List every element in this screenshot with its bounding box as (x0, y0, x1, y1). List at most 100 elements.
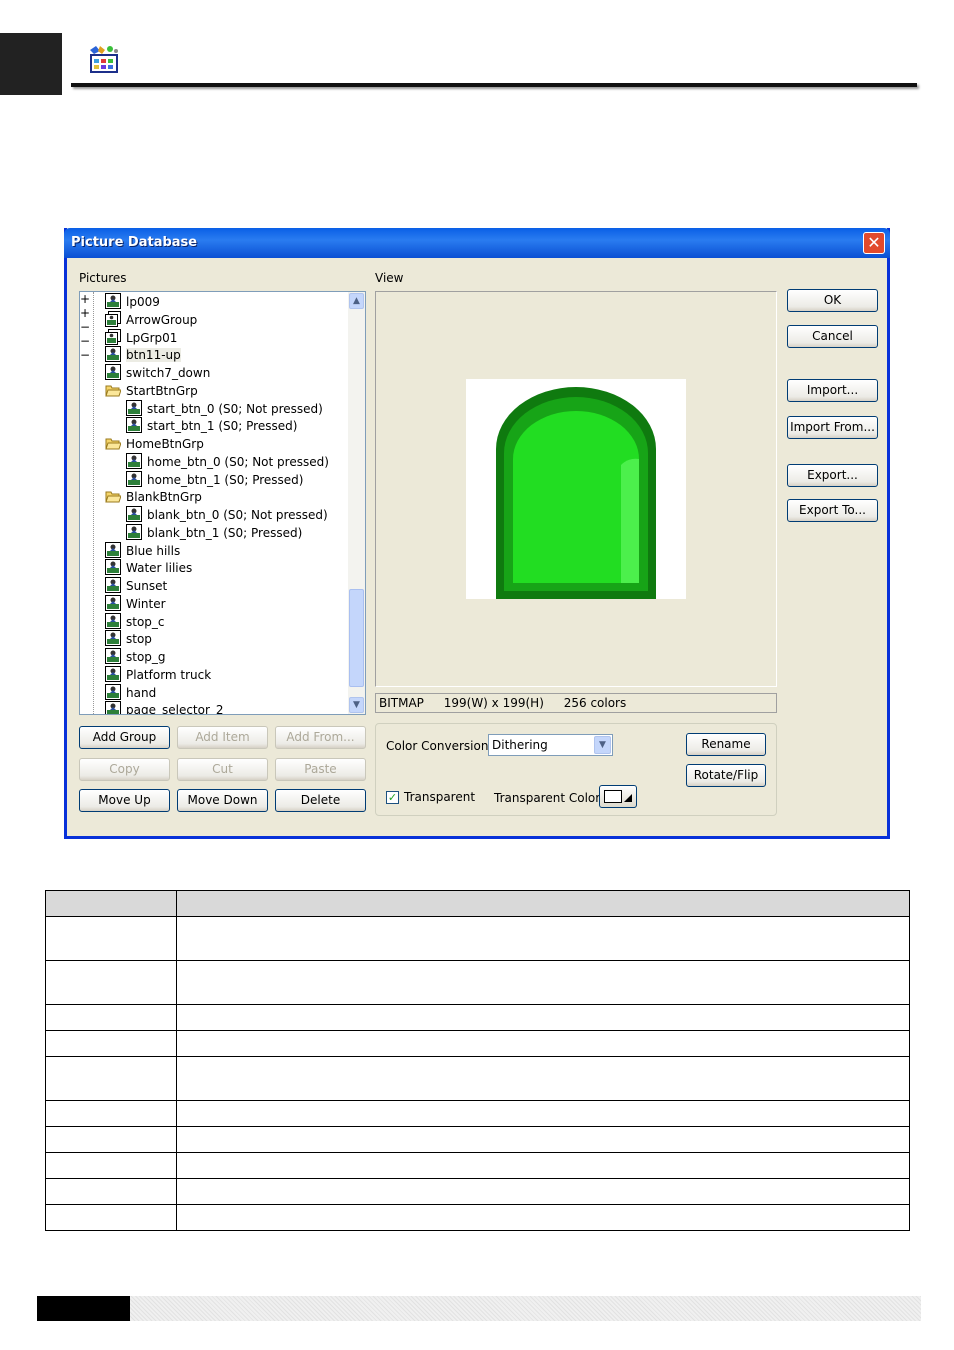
picture-group-icon (105, 328, 121, 345)
table-row (45, 960, 910, 1005)
picture-database-dialog: Picture Database ✕ Pictures View lp009 Ar… (64, 228, 890, 839)
tree-item-label: home_btn_1 (S0; Pressed) (147, 472, 304, 487)
table-cell (45, 1204, 177, 1231)
tree-item-picture[interactable]: blank_btn_0 (S0; Not pressed) (126, 506, 328, 524)
picture-icon (105, 541, 121, 558)
tree-item-picture[interactable]: page_selector_2 (105, 701, 224, 714)
tree-item-group[interactable]: ArrowGroup (105, 310, 197, 329)
delete-button[interactable]: Delete (275, 789, 366, 812)
export-to-button[interactable]: Export To... (787, 499, 878, 522)
tree-item-picture[interactable]: stop_c (105, 612, 165, 631)
tree-item-picture[interactable]: home_btn_0 (S0; Not pressed) (126, 452, 329, 471)
tree-item-picture[interactable]: home_btn_1 (S0; Pressed) (126, 470, 304, 489)
cut-button[interactable]: Cut (177, 758, 268, 781)
ok-button[interactable]: OK (787, 289, 878, 312)
import-button[interactable]: Import... (787, 379, 878, 402)
add-group-button[interactable]: Add Group (79, 726, 170, 749)
rename-button[interactable]: Rename (686, 733, 766, 756)
table-cell (176, 960, 910, 1005)
picture-icon (105, 364, 121, 380)
tree-scrollbar[interactable]: ▲ ▼ (348, 292, 365, 714)
scroll-down-icon[interactable]: ▼ (349, 697, 364, 713)
title-bar[interactable]: Picture Database ✕ (64, 228, 890, 258)
picture-icon (105, 701, 121, 714)
table-row (45, 916, 910, 961)
color-conversion-label: Color Conversion: (386, 739, 493, 753)
tree-item-group[interactable]: StartBtnGrp (105, 382, 198, 400)
dropdown-corner-icon (624, 794, 632, 802)
tree-item-group[interactable]: LpGrp01 (105, 328, 178, 347)
move-down-button[interactable]: Move Down (177, 789, 268, 812)
tree-item-label: blank_btn_1 (S0; Pressed) (147, 525, 303, 540)
tree-item-label: start_btn_1 (S0; Pressed) (147, 419, 298, 434)
table-cell (45, 1030, 177, 1057)
transparent-color-button[interactable] (599, 785, 637, 808)
table-cell (176, 1126, 910, 1153)
tree-item-picture[interactable]: Blue hills (105, 541, 181, 560)
picture-icon (105, 594, 121, 611)
table-row (45, 1030, 910, 1057)
tree-item-picture[interactable]: start_btn_1 (S0; Pressed) (126, 417, 297, 435)
tree-item-group[interactable]: HomeBtnGrp (105, 435, 204, 453)
close-button[interactable]: ✕ (863, 232, 885, 254)
export-button[interactable]: Export... (787, 464, 878, 487)
scroll-thumb[interactable] (349, 589, 364, 687)
copy-button[interactable]: Copy (79, 758, 170, 781)
tree-item-group[interactable]: BlankBtnGrp (105, 488, 202, 506)
picture-icon (126, 417, 142, 434)
cancel-button[interactable]: Cancel (787, 325, 878, 348)
tree-item-picture[interactable]: lp009 (105, 293, 160, 311)
tree-item-picture[interactable]: Water lilies (105, 559, 192, 577)
color-conversion-select[interactable]: Dithering ▼ (488, 734, 613, 756)
tree-item-label: StartBtnGrp (126, 383, 198, 398)
table-cell (45, 1100, 177, 1127)
add-item-button[interactable]: Add Item (177, 726, 268, 749)
tree-item-label: stop (126, 632, 152, 647)
tree-item-label: BlankBtnGrp (126, 490, 202, 505)
table-row (45, 1100, 910, 1127)
table-cell (45, 916, 177, 961)
table-cell (176, 1100, 910, 1127)
tree-item-label: Water lilies (126, 561, 193, 576)
tree-item-label: stop_g (126, 650, 166, 664)
tree-item-label: start_btn_0 (S0; Not pressed) (147, 401, 323, 416)
open-folder-icon (105, 488, 122, 504)
paste-button[interactable]: Paste (275, 758, 366, 781)
rotate-flip-button[interactable]: Rotate/Flip (686, 764, 766, 787)
transparent-checkbox[interactable]: ✓ (386, 791, 399, 804)
table-cell (45, 1152, 177, 1179)
tree-item-picture[interactable]: stop_g (105, 648, 166, 666)
tree-item-picture[interactable]: btn11-up (105, 346, 181, 364)
table-cell (176, 1056, 910, 1101)
color-conversion-value: Dithering (492, 738, 548, 752)
import-from-button[interactable]: Import From... (787, 416, 878, 439)
tree-item-picture[interactable]: Sunset (105, 577, 167, 595)
table-cell (45, 1056, 177, 1101)
chevron-down-icon[interactable]: ▼ (594, 736, 611, 754)
table-cell (176, 1030, 910, 1057)
table-header-cell (176, 890, 910, 917)
dialog-title: Picture Database (71, 235, 198, 250)
tree-item-picture[interactable]: Platform truck (105, 665, 212, 684)
tree-item-picture[interactable]: hand (105, 683, 156, 702)
picture-icon (105, 665, 121, 682)
add-from-button[interactable]: Add From... (275, 726, 366, 749)
view-pane (375, 291, 777, 687)
pictures-tree[interactable]: lp009 ArrowGroup + LpGrp01 + btn11-up switch7_… (79, 291, 366, 715)
tree-item-picture[interactable]: stop (105, 630, 152, 648)
tree-item-label: Platform truck (126, 667, 212, 682)
scroll-up-icon[interactable]: ▲ (349, 293, 364, 309)
picture-info-bar: BITMAP 199(W) x 199(H) 256 colors (375, 693, 777, 713)
table-cell (176, 1204, 910, 1231)
table-row (45, 1004, 910, 1031)
tree-item-label: Blue hills (126, 543, 181, 558)
tree-item-picture[interactable]: switch7_down (105, 364, 210, 382)
table-cell (176, 1152, 910, 1179)
tree-item-label: lp009 (126, 295, 160, 309)
tree-item-picture[interactable]: start_btn_0 (S0; Not pressed) (126, 399, 323, 418)
tree-item-label: LpGrp01 (126, 330, 178, 345)
tree-item-picture[interactable]: blank_btn_1 (S0; Pressed) (126, 523, 303, 542)
tree-item-picture[interactable]: Winter (105, 594, 166, 613)
move-up-button[interactable]: Move Up (79, 789, 170, 812)
picture-options-group: Color Conversion: Dithering ▼ Rename Rot… (375, 723, 777, 816)
